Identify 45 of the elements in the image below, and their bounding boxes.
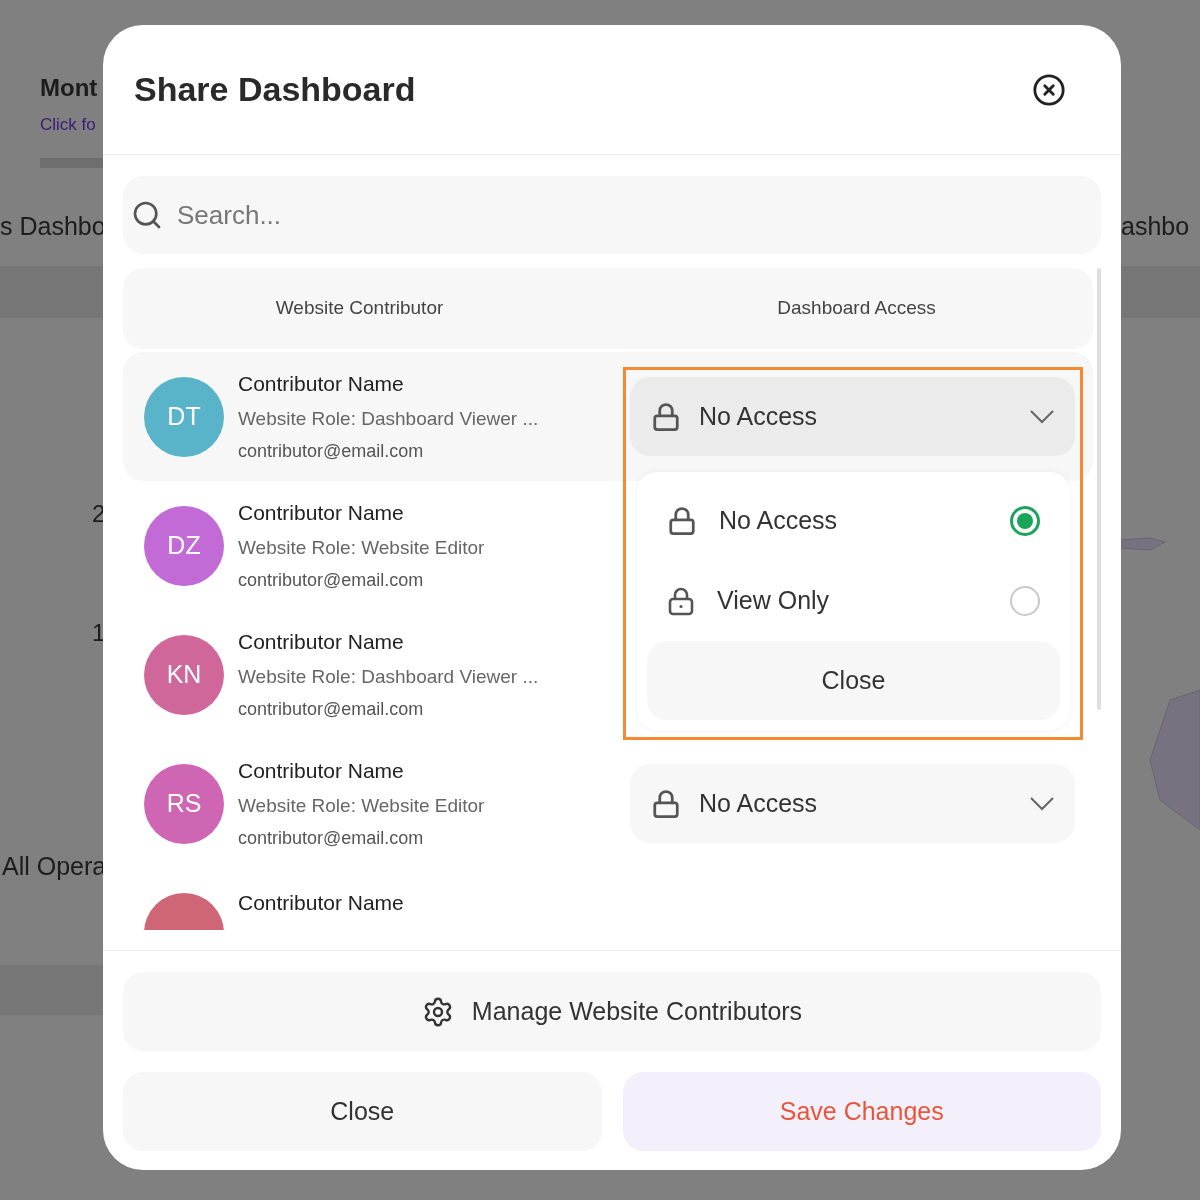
contributor-role: Website Role: Dashboard Viewer ... bbox=[238, 406, 539, 431]
avatar: KN bbox=[144, 634, 224, 715]
close-icon[interactable] bbox=[1032, 72, 1066, 107]
contributor-name: Contributor Name bbox=[238, 629, 405, 655]
lock-icon bbox=[651, 401, 681, 432]
radio-button[interactable] bbox=[1010, 586, 1040, 616]
manage-contributors-button[interactable]: Manage Website Contributors bbox=[123, 972, 1101, 1051]
search-icon bbox=[131, 199, 163, 231]
access-option[interactable]: No Access bbox=[647, 481, 1060, 561]
column-header: Website Contributor bbox=[275, 296, 444, 321]
contributor-name: Contributor Name bbox=[238, 371, 405, 397]
section-heading: s Dashbo bbox=[0, 211, 106, 242]
contributor-role: Website Role: Dashboard Viewer ... bbox=[238, 664, 539, 689]
close-button[interactable]: Close bbox=[123, 1072, 602, 1151]
contributor-role: Website Role: Website Editor bbox=[238, 793, 485, 818]
contributor-email: contributor@email.com bbox=[238, 440, 425, 463]
avatar: DT bbox=[144, 376, 224, 457]
scrollbar[interactable] bbox=[1097, 268, 1101, 710]
chevron-icon bbox=[1030, 409, 1054, 424]
contributor-email: contributor@email.com bbox=[238, 827, 425, 850]
avatar: RS bbox=[144, 763, 224, 844]
radio-button[interactable] bbox=[1010, 506, 1040, 536]
access-select[interactable]: No Access bbox=[630, 377, 1075, 456]
column-header: Dashboard Access bbox=[777, 296, 936, 321]
contributor-email: contributor@email.com bbox=[238, 698, 425, 721]
access-select[interactable]: No Access bbox=[630, 764, 1075, 843]
access-option[interactable]: View Only bbox=[647, 561, 1060, 641]
contributor-email: contributor@email.com bbox=[238, 569, 425, 592]
contributor-name: Contributor Name bbox=[238, 890, 404, 917]
close-button[interactable]: Close bbox=[647, 641, 1060, 720]
lock-icon bbox=[667, 506, 697, 536]
chevron-icon bbox=[1030, 796, 1054, 811]
search-field[interactable]: Search... bbox=[123, 176, 1101, 254]
section-heading: All Opera bbox=[2, 851, 107, 882]
section-heading: ashbo bbox=[1121, 211, 1190, 242]
contributor-name: Contributor Name bbox=[238, 500, 405, 526]
lock-icon bbox=[667, 586, 695, 616]
lock-icon bbox=[651, 788, 681, 819]
avatar: DZ bbox=[144, 505, 224, 586]
contributor-name: Contributor Name bbox=[238, 758, 405, 784]
dialog-title: Share Dashboard bbox=[134, 69, 416, 110]
contributor-role: Website Role: Website Editor bbox=[238, 535, 485, 560]
contributor-row[interactable]: RS Contributor Name Website Role: Website Editor contributor@email.com No Access bbox=[123, 739, 1093, 868]
contributor-row[interactable]: DT Contributor Name Website Role: Dashboard Viewer ... contributor@email.com No Access bbox=[123, 352, 1093, 481]
axis-label: 1 bbox=[92, 618, 106, 648]
